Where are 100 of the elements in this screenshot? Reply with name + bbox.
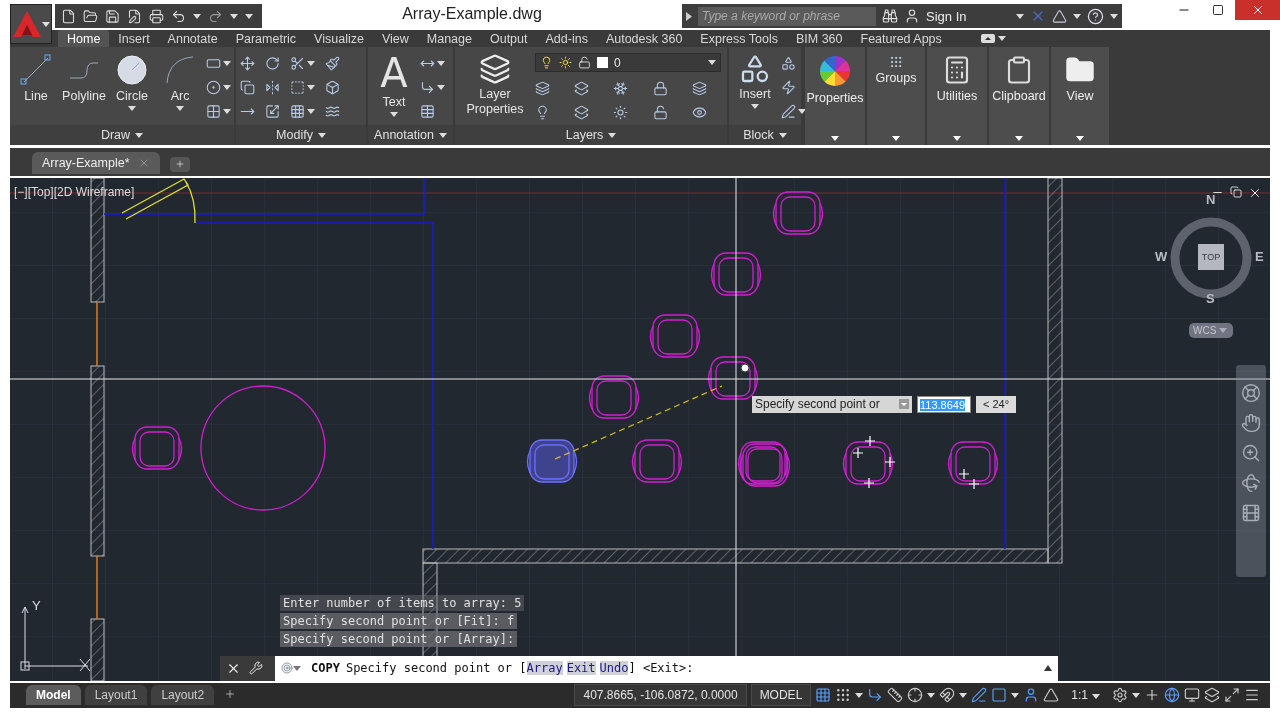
- ribbon-tab[interactable]: BIM 360: [786, 30, 852, 47]
- orbit-icon[interactable]: [1241, 472, 1261, 493]
- caret-icon[interactable]: [223, 84, 231, 90]
- user-icon[interactable]: [904, 8, 920, 24]
- globe-icon[interactable]: [1164, 687, 1180, 704]
- layers-icon[interactable]: [691, 80, 707, 96]
- caret-icon[interactable]: [708, 60, 716, 65]
- new-file-icon[interactable]: [61, 8, 76, 24]
- caret-icon[interactable]: [798, 108, 806, 114]
- rotate-icon[interactable]: [265, 55, 280, 71]
- command-option[interactable]: Exit: [566, 661, 596, 675]
- ribbon-tab[interactable]: Parametric: [226, 30, 306, 47]
- caret-icon[interactable]: [1073, 13, 1081, 19]
- snap-icon[interactable]: [835, 687, 852, 704]
- panel-title[interactable]: Draw: [10, 125, 234, 146]
- tool-button[interactable]: A Text: [372, 53, 416, 117]
- wrench-icon[interactable]: [249, 661, 263, 675]
- compass-south[interactable]: S: [1206, 290, 1215, 306]
- app-menu-button[interactable]: [10, 4, 52, 44]
- tool-button[interactable]: Arc: [158, 53, 202, 111]
- ribbon-tab[interactable]: Home: [58, 30, 110, 47]
- caret-icon[interactable]: [927, 692, 936, 698]
- hand-icon[interactable]: [1241, 412, 1261, 433]
- caret-icon[interactable]: [307, 84, 315, 90]
- fullscreen-icon[interactable]: [1224, 687, 1240, 704]
- caret-icon[interactable]: [135, 132, 144, 138]
- caret-icon[interactable]: [997, 36, 1006, 41]
- caret-icon[interactable]: [959, 692, 968, 698]
- tool-button[interactable]: Line: [14, 53, 58, 104]
- layer-dropdown[interactable]: 0: [535, 53, 721, 72]
- settings-icon[interactable]: [1112, 687, 1128, 704]
- grip-marker[interactable]: [864, 434, 876, 447]
- grip-marker[interactable]: [968, 477, 980, 490]
- compass-west[interactable]: W: [1155, 248, 1168, 264]
- redo-icon[interactable]: [208, 8, 223, 24]
- zoom-icon[interactable]: [1241, 442, 1261, 463]
- save-icon[interactable]: [105, 8, 120, 24]
- tool-button[interactable]: Layer Properties: [459, 53, 531, 117]
- caret-icon[interactable]: [892, 136, 900, 142]
- panel-button[interactable]: Clipboard: [989, 47, 1049, 146]
- caret-icon[interactable]: [1015, 136, 1023, 142]
- snowflake-icon[interactable]: [613, 80, 629, 96]
- cube-icon[interactable]: [325, 79, 340, 95]
- ribbon-tab[interactable]: Featured Apps: [851, 30, 951, 47]
- brush-icon[interactable]: [325, 55, 340, 71]
- compass-north[interactable]: N: [1206, 191, 1216, 207]
- ribbon-tab[interactable]: Manage: [417, 30, 481, 47]
- grip-marker[interactable]: [958, 467, 970, 480]
- caret-icon[interactable]: [1110, 13, 1118, 19]
- expand-history-icon[interactable]: [1044, 665, 1052, 671]
- pen-icon[interactable]: [781, 103, 796, 119]
- grip-marker[interactable]: [852, 446, 864, 459]
- caret-icon[interactable]: [176, 106, 184, 111]
- caret-icon[interactable]: [438, 132, 447, 138]
- caret-icon[interactable]: [437, 60, 445, 66]
- print-icon[interactable]: [149, 8, 164, 24]
- ribbon-tab[interactable]: View: [372, 30, 418, 47]
- compass-east[interactable]: E: [1255, 248, 1264, 264]
- bolt-icon[interactable]: [781, 79, 796, 95]
- layout-tab[interactable]: Model: [26, 685, 81, 706]
- command-option[interactable]: Array: [526, 661, 563, 675]
- scissors-icon[interactable]: [290, 55, 305, 71]
- caret-icon[interactable]: [1011, 692, 1020, 698]
- move-icon[interactable]: [240, 55, 255, 71]
- mirror-icon[interactable]: [265, 79, 280, 95]
- triangle-icon[interactable]: [1052, 8, 1067, 24]
- panel-button[interactable]: View: [1051, 47, 1109, 146]
- grid-icon[interactable]: [815, 687, 832, 704]
- grid-icon[interactable]: [290, 103, 305, 119]
- lock-icon[interactable]: [652, 80, 668, 96]
- tool-button[interactable]: Circle: [110, 53, 154, 111]
- space-toggle[interactable]: MODEL: [750, 684, 812, 707]
- new-tab-button[interactable]: [169, 156, 190, 172]
- layers-icon[interactable]: [535, 80, 550, 96]
- restore-icon[interactable]: [1230, 185, 1242, 198]
- table-icon[interactable]: [420, 103, 435, 119]
- layout-tab[interactable]: Layout1: [84, 685, 148, 706]
- ribbon-tab[interactable]: Autodesk 360: [596, 30, 692, 47]
- caret-icon[interactable]: [1132, 692, 1140, 698]
- sun-icon[interactable]: [613, 104, 629, 120]
- help-icon[interactable]: [1087, 7, 1104, 25]
- caret-icon[interactable]: [223, 60, 231, 66]
- shapes-icon[interactable]: [781, 55, 796, 71]
- ribbon-tab[interactable]: Annotate: [158, 30, 227, 47]
- caret-icon[interactable]: [223, 108, 231, 114]
- panel-toggle-icon[interactable]: [980, 34, 995, 43]
- viewcube-face[interactable]: TOP: [1198, 243, 1224, 270]
- viewport-label[interactable]: [−][Top][2D Wireframe]: [14, 184, 135, 199]
- caret-icon[interactable]: [778, 132, 787, 138]
- caret-icon[interactable]: [751, 104, 759, 109]
- caret-icon[interactable]: [128, 106, 136, 111]
- file-tab[interactable]: Array-Example*: [32, 151, 160, 174]
- scale-dropdown[interactable]: 1:1: [1063, 684, 1108, 707]
- panel-title[interactable]: Block: [729, 125, 801, 146]
- caret-icon[interactable]: [317, 132, 326, 138]
- tool-button[interactable]: Insert: [733, 53, 777, 109]
- eye-icon[interactable]: [691, 104, 707, 120]
- ribbon-tab[interactable]: Output: [480, 30, 537, 47]
- caret-icon[interactable]: [307, 60, 315, 66]
- bulb-icon[interactable]: [535, 104, 550, 120]
